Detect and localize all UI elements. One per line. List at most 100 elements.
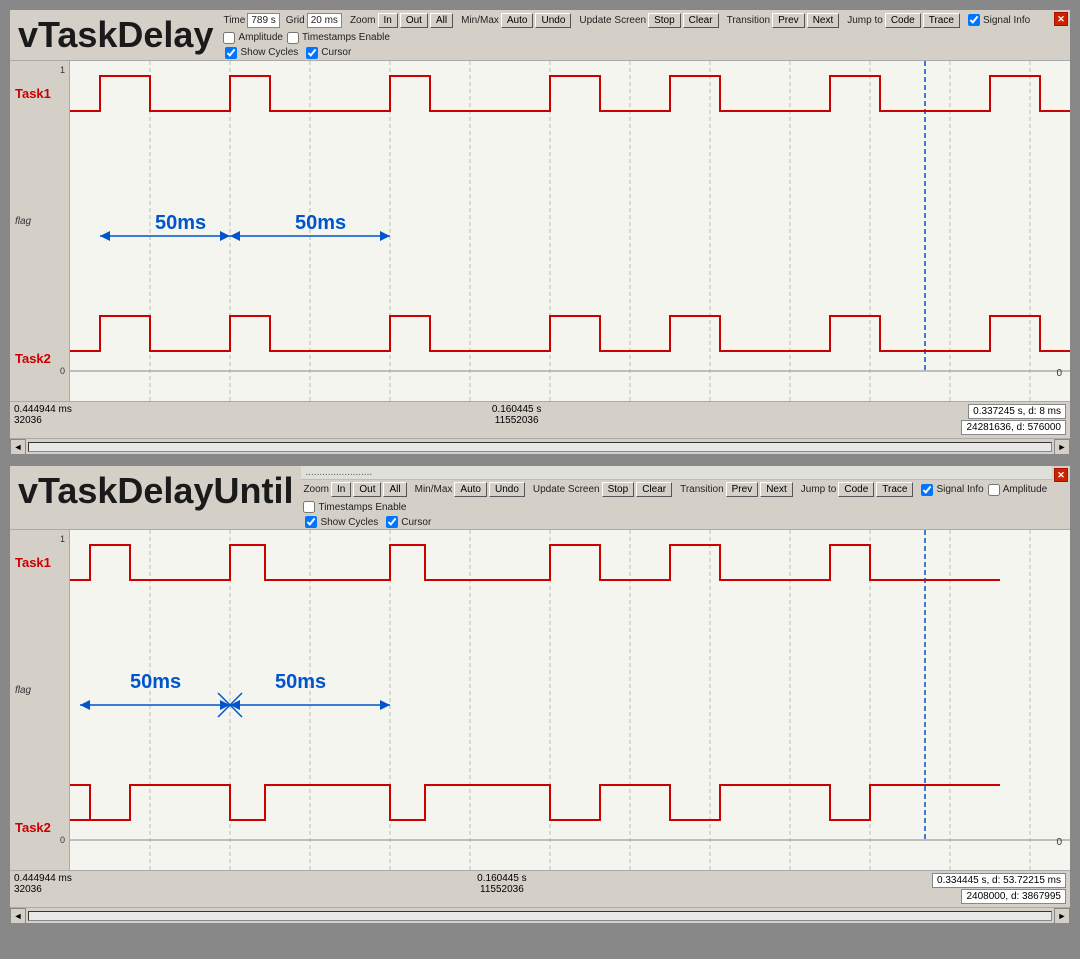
status-right2: 0.334445 s, d: 53.72215 ms 2408000, d: 3… bbox=[932, 873, 1066, 905]
task2-label2: Task2 bbox=[15, 820, 51, 835]
window2-close-btn[interactable]: ✕ bbox=[1054, 468, 1068, 482]
scale-bottom2: 0 bbox=[60, 835, 65, 845]
timestamps-checkbox[interactable] bbox=[287, 32, 299, 44]
svg-text:0: 0 bbox=[1056, 368, 1062, 379]
signal-info-label: Signal Info bbox=[983, 15, 1030, 26]
jumpto-code-btn2[interactable]: Code bbox=[838, 482, 874, 497]
update-group: Update Screen Stop Clear bbox=[579, 13, 718, 28]
update-stop-btn[interactable]: Stop bbox=[648, 13, 681, 28]
signal-info-checkbox[interactable] bbox=[968, 14, 980, 26]
minmax-label: Min/Max bbox=[461, 15, 499, 26]
svg-text:50ms: 50ms bbox=[130, 671, 181, 693]
grid-value: 20 ms bbox=[307, 13, 342, 28]
status-time-center1: 0.160445 s bbox=[492, 404, 542, 415]
status-right-box1b: 24281636, d: 576000 bbox=[961, 420, 1066, 435]
minmax-auto-btn[interactable]: Auto bbox=[501, 13, 534, 28]
scroll-left-btn2[interactable]: ◄ bbox=[10, 908, 26, 924]
window2-title: vTaskDelayUntil bbox=[10, 466, 301, 529]
window1-close-btn[interactable]: ✕ bbox=[1054, 12, 1068, 26]
amplitude-label: Amplitude bbox=[238, 32, 282, 43]
signal-info-checkbox2[interactable] bbox=[921, 484, 933, 496]
waveform-canvas1[interactable]: 50ms 50ms 0 bbox=[70, 61, 1070, 401]
scroll-right-btn1[interactable]: ► bbox=[1054, 439, 1070, 455]
timestamps-checkbox2[interactable] bbox=[303, 501, 315, 513]
zoom-out-btn2[interactable]: Out bbox=[353, 482, 381, 497]
amplitude-group2: Amplitude bbox=[988, 484, 1047, 496]
update-label: Update Screen bbox=[579, 15, 646, 26]
flag-label1: flag bbox=[15, 216, 31, 227]
zoom-in-btn[interactable]: In bbox=[378, 13, 398, 28]
transition-prev-btn2[interactable]: Prev bbox=[726, 482, 759, 497]
show-cycles-group2: Show Cycles bbox=[305, 516, 378, 528]
flag-label2: flag bbox=[15, 685, 31, 696]
minmax-auto-btn2[interactable]: Auto bbox=[454, 482, 487, 497]
status-left2: 0.444944 ms 32036 bbox=[14, 873, 72, 905]
update-stop-btn2[interactable]: Stop bbox=[602, 482, 635, 497]
time-label: Time bbox=[223, 15, 245, 26]
jumpto-trace-btn[interactable]: Trace bbox=[923, 13, 960, 28]
zoom-all-btn[interactable]: All bbox=[430, 13, 453, 28]
cursor-label: Cursor bbox=[321, 47, 351, 58]
svg-text:50ms: 50ms bbox=[275, 671, 326, 693]
timestamps-group2: Timestamps Enable bbox=[303, 501, 406, 513]
minmax-undo-btn2[interactable]: Undo bbox=[489, 482, 525, 497]
jumpto-trace-btn2[interactable]: Trace bbox=[876, 482, 913, 497]
amplitude-checkbox[interactable] bbox=[223, 32, 235, 44]
svg-text:0: 0 bbox=[1056, 837, 1062, 848]
minmax-undo-btn[interactable]: Undo bbox=[535, 13, 571, 28]
update-group2: Update Screen Stop Clear bbox=[533, 482, 672, 497]
waveform-svg2: 50ms 50ms 0 bbox=[70, 530, 1070, 870]
jumpto-group: Jump to Code Trace bbox=[847, 13, 960, 28]
waveform-area2: 1 Task1 flag Task2 0 bbox=[10, 530, 1070, 870]
show-cycles-checkbox[interactable] bbox=[225, 47, 237, 59]
signal-labels1: 1 Task1 flag Task2 0 bbox=[10, 61, 70, 401]
transition-next-btn2[interactable]: Next bbox=[760, 482, 793, 497]
zoom-in-btn2[interactable]: In bbox=[331, 482, 351, 497]
zoom-group: Zoom In Out All bbox=[350, 13, 453, 28]
task1-label2: Task1 bbox=[15, 555, 51, 570]
cursor-checkbox2[interactable] bbox=[386, 516, 398, 528]
update-clear-btn[interactable]: Clear bbox=[683, 13, 719, 28]
minmax-group2: Min/Max Auto Undo bbox=[415, 482, 525, 497]
jumpto-code-btn[interactable]: Code bbox=[885, 13, 921, 28]
zoom-all-btn2[interactable]: All bbox=[383, 482, 406, 497]
transition-prev-btn[interactable]: Prev bbox=[772, 13, 805, 28]
time-group: Time 789 s Grid 20 ms bbox=[223, 13, 341, 28]
status-right-box1a: 0.337245 s, d: 8 ms bbox=[968, 404, 1066, 419]
waveform-canvas2[interactable]: 50ms 50ms 0 bbox=[70, 530, 1070, 870]
scroll-right-btn2[interactable]: ► bbox=[1054, 908, 1070, 924]
scrollbar-track1[interactable] bbox=[28, 442, 1052, 452]
timestamps-label: Timestamps Enable bbox=[302, 32, 390, 43]
transition-group: Transition Prev Next bbox=[727, 13, 840, 28]
waveform-svg1: 50ms 50ms 0 bbox=[70, 61, 1070, 401]
scrollbar1[interactable]: ◄ ► bbox=[10, 438, 1070, 454]
minmax-label2: Min/Max bbox=[415, 484, 453, 495]
update-clear-btn2[interactable]: Clear bbox=[636, 482, 672, 497]
scale-bottom1: 0 bbox=[60, 366, 65, 376]
cursor-checkbox[interactable] bbox=[306, 47, 318, 59]
jumpto-label: Jump to bbox=[847, 15, 883, 26]
scale-top1: 1 bbox=[60, 65, 65, 75]
transition-group2: Transition Prev Next bbox=[680, 482, 793, 497]
show-cycles-checkbox2[interactable] bbox=[305, 516, 317, 528]
cursor-group2: Cursor bbox=[386, 516, 431, 528]
window2-info-strip: ........................ bbox=[305, 467, 372, 478]
signal-info-label2: Signal Info bbox=[936, 484, 983, 495]
scrollbar-track2[interactable] bbox=[28, 911, 1052, 921]
amplitude-group: Amplitude bbox=[223, 32, 282, 44]
transition-label2: Transition bbox=[680, 484, 724, 495]
scrollbar2[interactable]: ◄ ► bbox=[10, 907, 1070, 923]
scroll-left-btn1[interactable]: ◄ bbox=[10, 439, 26, 455]
amplitude-checkbox2[interactable] bbox=[988, 484, 1000, 496]
window1-title: vTaskDelay bbox=[10, 10, 221, 60]
amplitude-label2: Amplitude bbox=[1003, 484, 1047, 495]
zoom-out-btn[interactable]: Out bbox=[400, 13, 428, 28]
zoom-label: Zoom bbox=[350, 15, 376, 26]
status-time-center2: 0.160445 s bbox=[477, 873, 527, 884]
timestamps-group: Timestamps Enable bbox=[287, 32, 390, 44]
minmax-group: Min/Max Auto Undo bbox=[461, 13, 571, 28]
status-right1: 0.337245 s, d: 8 ms 24281636, d: 576000 bbox=[961, 404, 1066, 436]
transition-next-btn[interactable]: Next bbox=[807, 13, 840, 28]
status-ticks1: 32036 bbox=[14, 415, 72, 426]
status-ticks-center2: 11552036 bbox=[480, 884, 524, 895]
